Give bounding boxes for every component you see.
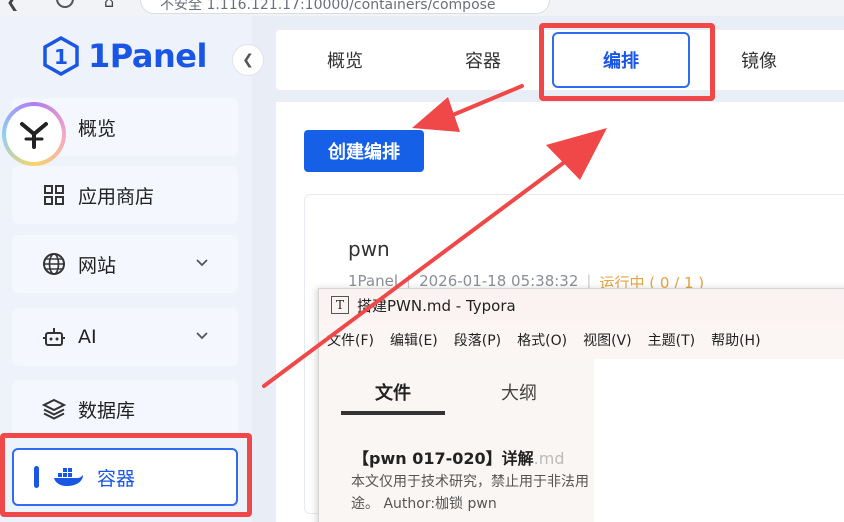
- sidebar-item-label: 概览: [78, 117, 117, 140]
- address-text[interactable]: 不安全 1.116.121.17:10000/containers/compos…: [160, 0, 496, 14]
- sidebar-item-label: 数据库: [78, 399, 136, 422]
- typora-menubar: 文件(F) 编辑(E) 段落(P) 格式(O) 视图(V) 主题(T) 帮助(H…: [319, 321, 844, 359]
- sidebar-item-database[interactable]: 数据库: [12, 380, 238, 438]
- typora-tab-files[interactable]: 文件: [375, 379, 411, 405]
- svg-text:1: 1: [54, 45, 68, 69]
- typora-tab-outline[interactable]: 大纲: [501, 379, 537, 405]
- reload-icon[interactable]: [56, 0, 74, 8]
- menu-paragraph[interactable]: 段落(P): [454, 330, 501, 350]
- app-logo[interactable]: 1 1Panel: [42, 36, 207, 76]
- robot-icon: [42, 325, 66, 349]
- menu-help[interactable]: 帮助(H): [711, 330, 760, 350]
- grid-icon: [42, 183, 66, 207]
- highlight-box-compose-tab: [539, 23, 715, 101]
- sidebar-item-label: 网站: [78, 254, 117, 277]
- typora-document-area[interactable]: [594, 359, 844, 522]
- back-icon[interactable]: ❮: [6, 0, 19, 11]
- compose-name[interactable]: pwn: [348, 237, 390, 261]
- highlight-box-containers: [0, 433, 252, 517]
- browser-toolbar: ❮ ⌂ 不安全 1.116.121.17:10000/containers/co…: [0, 0, 844, 16]
- create-compose-button[interactable]: 创建编排: [304, 130, 424, 172]
- assistant-logo-icon: [20, 122, 48, 149]
- floating-assistant-avatar[interactable]: [2, 102, 66, 166]
- chevron-left-icon: ❮: [242, 52, 254, 68]
- sidebar-item-websites[interactable]: 网站: [12, 235, 238, 293]
- chevron-down-icon: [196, 259, 208, 267]
- menu-edit[interactable]: 编辑(E): [390, 330, 438, 350]
- file-item-title: 【pwn 017-020】详解: [353, 449, 534, 468]
- layers-icon: [42, 397, 66, 421]
- logo-text: 1Panel: [88, 37, 207, 75]
- globe-icon: [42, 252, 66, 276]
- menu-format[interactable]: 格式(O): [517, 330, 567, 350]
- tab-containers[interactable]: 容器: [414, 30, 552, 90]
- menu-view[interactable]: 视图(V): [583, 330, 632, 350]
- menu-file[interactable]: 文件(F): [327, 330, 374, 350]
- typora-file-item[interactable]: 【pwn 017-020】详解.md: [353, 445, 564, 469]
- typora-file-preview: 本文仅用于技术研究，禁止用于非法用途。 Author:枷锁 pwn: [351, 474, 589, 512]
- logo-hex-icon: 1: [43, 36, 79, 76]
- chevron-down-icon: [196, 332, 208, 340]
- sidebar-collapse-button[interactable]: ❮: [232, 44, 264, 76]
- menu-theme[interactable]: 主题(T): [648, 330, 695, 350]
- home-nav-icon[interactable]: ⌂: [104, 0, 114, 11]
- sidebar-item-ai[interactable]: AI: [12, 308, 238, 366]
- typora-titlebar[interactable]: T 搭建PWN.md - Typora: [319, 289, 844, 321]
- typora-title: 搭建PWN.md - Typora: [357, 296, 516, 315]
- sidebar-item-label: AI: [78, 326, 97, 348]
- file-item-ext: .md: [533, 449, 565, 468]
- sidebar-item-label: 应用商店: [78, 185, 155, 208]
- typora-window[interactable]: T 搭建PWN.md - Typora 文件(F) 编辑(E) 段落(P) 格式…: [318, 288, 844, 522]
- typora-app-icon: T: [331, 296, 349, 314]
- typora-tab-underline: [341, 411, 445, 415]
- sidebar-item-app-store[interactable]: 应用商店: [12, 166, 238, 224]
- typora-sidebar: 文件 大纲 【pwn 017-020】详解.md 本文仅用于技术研究，禁止用于非…: [319, 359, 594, 522]
- tab-overview[interactable]: 概览: [276, 30, 414, 90]
